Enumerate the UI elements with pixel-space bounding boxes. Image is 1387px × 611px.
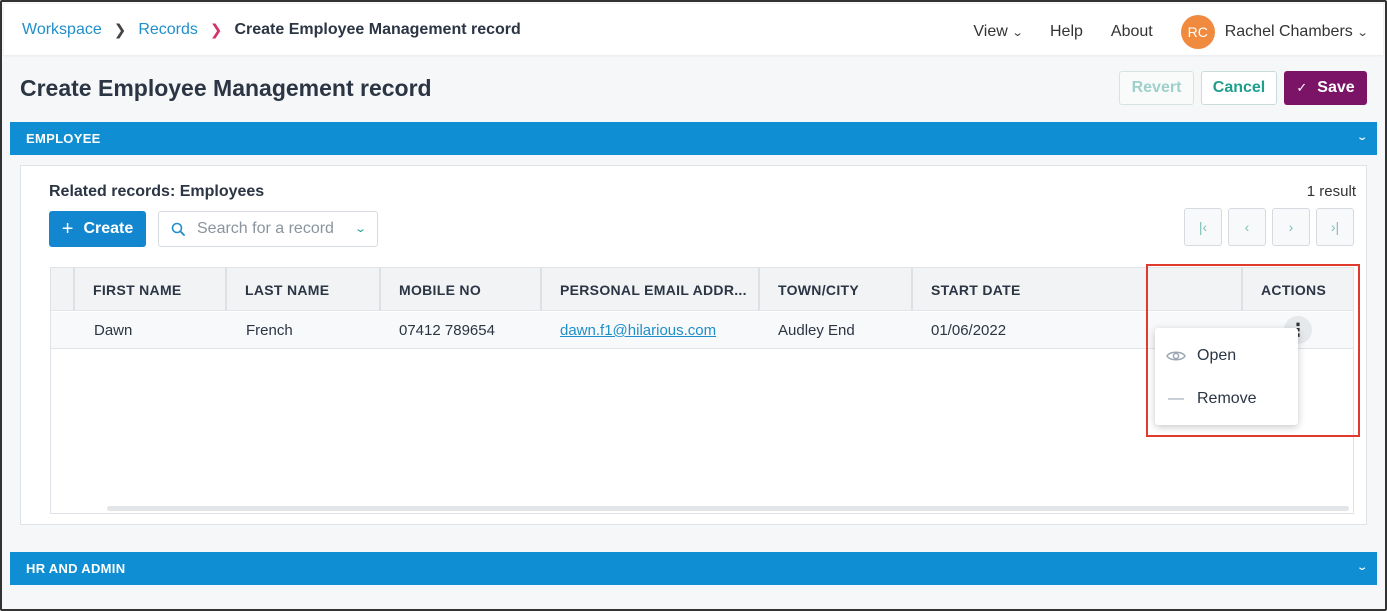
column-header-email[interactable]: PERSONAL EMAIL ADDR... [540,268,758,311]
section-hr-admin[interactable]: HR AND ADMIN ⌄ [10,552,1377,585]
search-icon [171,222,185,236]
breadcrumb: Workspace ❯ Records ❯ Create Employee Ma… [22,21,521,39]
prev-page-button[interactable]: ‹ [1228,208,1266,246]
cell-last-name: French [246,322,293,339]
first-page-icon: |‹ [1198,219,1208,235]
checkmark-icon: ✓ [1296,80,1308,95]
section-employee[interactable]: EMPLOYEE ⌄ [10,122,1377,155]
section-hr-admin-title: HR AND ADMIN [26,561,126,576]
cell-start-date: 01/06/2022 [931,322,1007,339]
cell-mobile: 07412 789654 [399,322,495,339]
app-window: Workspace ❯ Records ❯ Create Employee Ma… [0,0,1387,611]
create-button[interactable]: + Create [49,211,146,247]
column-header-town[interactable]: TOWN/CITY [758,268,911,311]
related-records-title: Related records: Employees [49,183,265,200]
search-placeholder: Search for a record [197,220,334,237]
cell-email-link[interactable]: dawn.f1@hilarious.com [560,312,716,349]
next-page-button[interactable]: › [1272,208,1310,246]
section-employee-title: EMPLOYEE [26,131,101,146]
revert-button[interactable]: Revert [1119,71,1194,105]
column-header-last-name[interactable]: LAST NAME [225,268,379,311]
top-nav: View ⌄ Help About RC Rachel Chambers ⌄ [945,15,1369,49]
chevron-down-icon: ⌄ [1356,562,1369,573]
view-menu-label: View [973,23,1008,40]
chevron-down-icon: ⌄ [353,223,367,235]
chevron-left-icon: ‹ [1244,219,1250,235]
cell-town: Audley End [778,322,855,339]
about-link[interactable]: About [1111,23,1153,41]
last-page-button[interactable]: ›| [1316,208,1354,246]
save-button[interactable]: ✓ Save [1284,71,1367,105]
column-header-first-name[interactable]: FIRST NAME [73,268,225,311]
highlight-box [1146,264,1360,437]
avatar: RC [1180,15,1215,49]
chevron-down-icon: ⌄ [1011,26,1024,39]
cell-first-name: Dawn [94,322,133,339]
user-name: Rachel Chambers [1224,23,1353,40]
chevron-right-icon: ❯ [209,22,223,39]
breadcrumb-current: Create Employee Management record [234,21,521,38]
first-page-button[interactable]: |‹ [1184,208,1222,246]
horizontal-scrollbar[interactable] [107,506,1349,511]
user-menu[interactable]: RC Rachel Chambers ⌄ [1180,15,1369,49]
create-button-label: Create [83,220,134,237]
chevron-right-icon: › [1288,219,1294,235]
breadcrumb-records[interactable]: Records [138,21,198,39]
plus-icon: + [61,218,74,240]
chevron-right-icon: ❯ [113,22,127,39]
help-link[interactable]: Help [1050,23,1083,41]
search-input[interactable]: Search for a record ⌄ [158,211,378,247]
result-count: 1 result [1306,183,1356,200]
save-button-label: Save [1317,79,1355,96]
breadcrumb-workspace[interactable]: Workspace [22,21,102,39]
column-header-mobile[interactable]: MOBILE NO [379,268,540,311]
chevron-down-icon: ⌄ [1356,132,1369,143]
view-menu[interactable]: View ⌄ [973,23,1024,41]
top-bar: Workspace ❯ Records ❯ Create Employee Ma… [4,4,1383,55]
chevron-down-icon: ⌄ [1356,26,1369,39]
cancel-button[interactable]: Cancel [1201,71,1277,105]
last-page-icon: ›| [1330,219,1340,235]
page-title: Create Employee Management record [20,75,432,101]
